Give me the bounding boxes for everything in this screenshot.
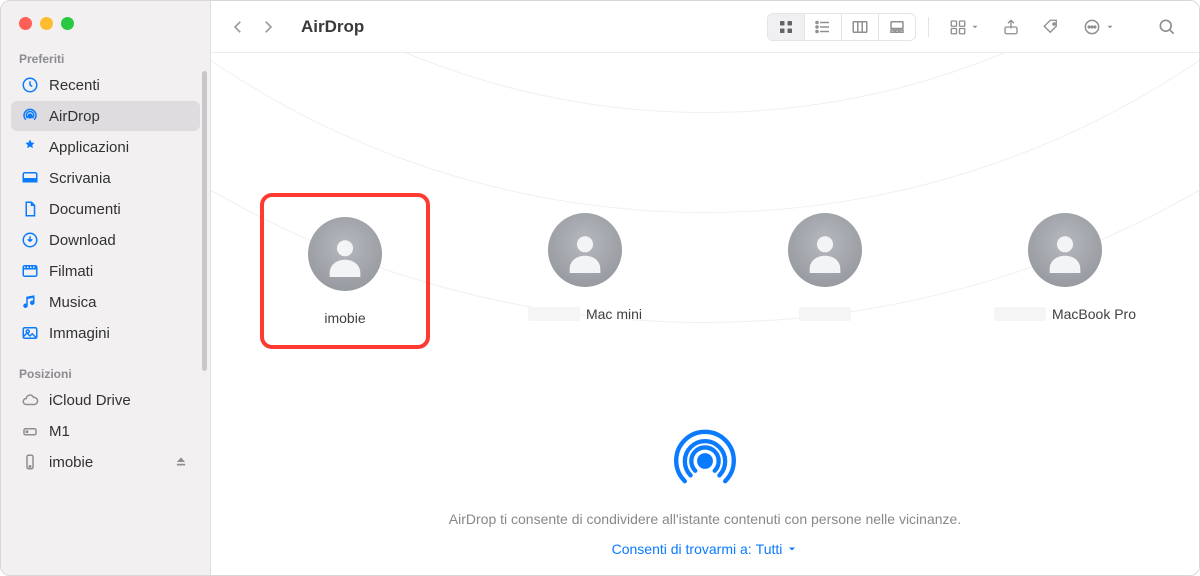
iphone-icon bbox=[21, 453, 39, 471]
sidebar-item-label: Applicazioni bbox=[49, 139, 129, 156]
chevron-down-icon bbox=[786, 543, 798, 555]
obscured-text bbox=[799, 307, 851, 321]
sidebar: Preferiti Recenti AirDrop Applicazioni S… bbox=[1, 1, 211, 575]
sidebar-item-label: Musica bbox=[49, 294, 97, 311]
sidebar-item-documents[interactable]: Documenti bbox=[11, 194, 200, 224]
device-label bbox=[799, 305, 851, 323]
share-button[interactable] bbox=[994, 13, 1028, 41]
list-view-button[interactable] bbox=[805, 14, 841, 40]
airdrop-content: imobie Mac mini MacBook Pro bbox=[211, 53, 1199, 575]
sidebar-item-label: Scrivania bbox=[49, 170, 111, 187]
sidebar-item-label: M1 bbox=[49, 423, 70, 440]
window-title: AirDrop bbox=[301, 17, 364, 37]
image-icon bbox=[21, 324, 39, 342]
action-menu-button[interactable] bbox=[1074, 13, 1123, 41]
device-label: imobie bbox=[324, 309, 365, 327]
cloud-icon bbox=[21, 391, 39, 409]
toolbar: AirDrop bbox=[211, 1, 1199, 53]
sidebar-item-label: iCloud Drive bbox=[49, 392, 131, 409]
device-label: Mac mini bbox=[528, 305, 642, 323]
sidebar-scrollbar[interactable] bbox=[202, 71, 207, 371]
back-button[interactable] bbox=[225, 14, 251, 40]
movie-icon bbox=[21, 262, 39, 280]
sidebar-section-favorites-label: Preferiti bbox=[1, 44, 210, 70]
forward-button[interactable] bbox=[255, 14, 281, 40]
sidebar-item-label: Filmati bbox=[49, 263, 93, 280]
clock-icon bbox=[21, 76, 39, 94]
music-icon bbox=[21, 293, 39, 311]
airdrop-device-macbook-pro[interactable]: MacBook Pro bbox=[980, 193, 1150, 349]
sidebar-item-downloads[interactable]: Download bbox=[11, 225, 200, 255]
sidebar-locations-list: iCloud Drive M1 imobie bbox=[1, 385, 210, 478]
nearby-devices-list: imobie Mac mini MacBook Pro bbox=[211, 193, 1199, 349]
group-by-button[interactable] bbox=[941, 13, 988, 41]
nav-buttons bbox=[225, 14, 281, 40]
doc-icon bbox=[21, 200, 39, 218]
maximize-window-button[interactable] bbox=[61, 17, 74, 30]
sidebar-item-recent[interactable]: Recenti bbox=[11, 70, 200, 100]
sidebar-item-label: Immagini bbox=[49, 325, 110, 342]
desktop-icon bbox=[21, 169, 39, 187]
sidebar-favorites-list: Recenti AirDrop Applicazioni Scrivania D… bbox=[1, 70, 210, 349]
sidebar-item-applications[interactable]: Applicazioni bbox=[11, 132, 200, 162]
toolbar-separator bbox=[928, 17, 929, 37]
sidebar-item-movies[interactable]: Filmati bbox=[11, 256, 200, 286]
column-view-button[interactable] bbox=[842, 14, 878, 40]
airdrop-info-block: AirDrop ti consente di condividere all'i… bbox=[211, 425, 1199, 557]
airdrop-device-unknown[interactable] bbox=[740, 193, 910, 349]
sidebar-item-label: AirDrop bbox=[49, 108, 100, 125]
sidebar-item-pictures[interactable]: Immagini bbox=[11, 318, 200, 348]
apps-icon bbox=[21, 138, 39, 156]
window-controls bbox=[1, 1, 210, 44]
tags-button[interactable] bbox=[1034, 13, 1068, 41]
disk-icon bbox=[21, 422, 39, 440]
sidebar-item-label: imobie bbox=[49, 454, 162, 471]
sidebar-item-iphone-imobie[interactable]: imobie bbox=[11, 447, 200, 477]
finder-window: Preferiti Recenti AirDrop Applicazioni S… bbox=[0, 0, 1200, 576]
sidebar-item-icloud[interactable]: iCloud Drive bbox=[11, 385, 200, 415]
airdrop-device-mac-mini[interactable]: Mac mini bbox=[500, 193, 670, 349]
airdrop-device-imobie[interactable]: imobie bbox=[260, 193, 430, 349]
device-label: MacBook Pro bbox=[994, 305, 1136, 323]
close-window-button[interactable] bbox=[19, 17, 32, 30]
avatar bbox=[1028, 213, 1102, 287]
sidebar-section-locations-label: Posizioni bbox=[1, 359, 210, 385]
sidebar-item-disk-m1[interactable]: M1 bbox=[11, 416, 200, 446]
avatar bbox=[308, 217, 382, 291]
gallery-view-button[interactable] bbox=[879, 14, 915, 40]
obscured-text bbox=[528, 307, 580, 321]
view-mode-segmented bbox=[767, 13, 916, 41]
avatar bbox=[548, 213, 622, 287]
sidebar-item-label: Documenti bbox=[49, 201, 121, 218]
sidebar-item-label: Download bbox=[49, 232, 116, 249]
airdrop-logo-icon bbox=[669, 425, 741, 497]
obscured-text bbox=[994, 307, 1046, 321]
airdrop-info-text: AirDrop ti consente di condividere all'i… bbox=[449, 511, 961, 527]
eject-icon[interactable] bbox=[172, 453, 190, 471]
download-icon bbox=[21, 231, 39, 249]
avatar bbox=[788, 213, 862, 287]
icon-view-button[interactable] bbox=[768, 14, 804, 40]
search-button[interactable] bbox=[1149, 13, 1185, 41]
sidebar-item-desktop[interactable]: Scrivania bbox=[11, 163, 200, 193]
airdrop-icon bbox=[21, 107, 39, 125]
main-pane: AirDrop bbox=[211, 1, 1199, 575]
sidebar-item-music[interactable]: Musica bbox=[11, 287, 200, 317]
sidebar-item-airdrop[interactable]: AirDrop bbox=[11, 101, 200, 131]
visibility-dropdown[interactable]: Consenti di trovarmi a: Tutti bbox=[612, 541, 799, 557]
minimize-window-button[interactable] bbox=[40, 17, 53, 30]
sidebar-item-label: Recenti bbox=[49, 77, 100, 94]
